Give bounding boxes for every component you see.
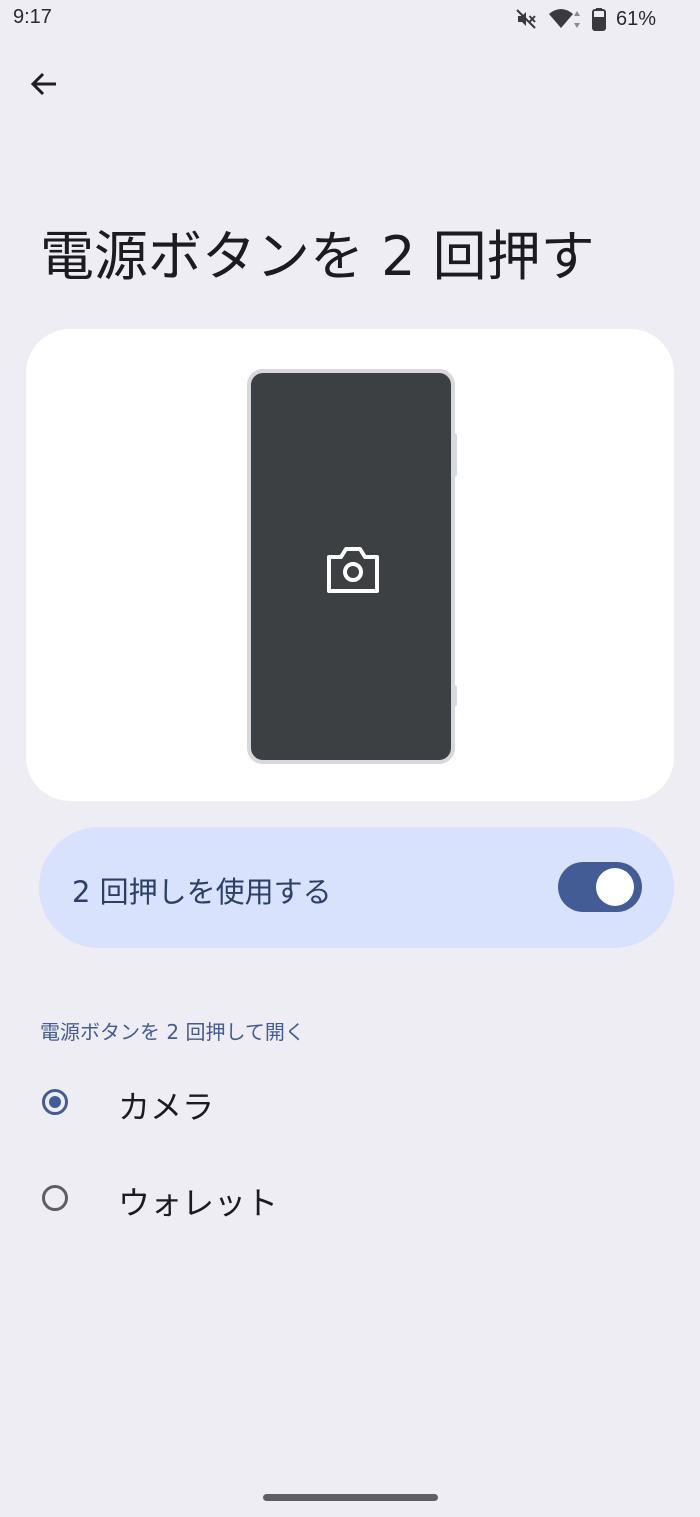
radio-button-checked[interactable] <box>42 1089 68 1115</box>
phone-volume-button <box>452 685 457 707</box>
option-camera[interactable]: カメラ <box>0 1060 700 1150</box>
use-double-press-switch[interactable] <box>558 862 642 912</box>
option-wallet[interactable]: ウォレット <box>0 1156 700 1246</box>
illustration-card <box>26 329 674 801</box>
page-title: 電源ボタンを 2 回押す <box>40 225 595 288</box>
battery-percent: 61% <box>615 7 656 30</box>
home-indicator[interactable] <box>263 1494 438 1501</box>
battery-icon <box>591 7 606 31</box>
phone-power-button <box>452 433 457 477</box>
switch-thumb <box>596 868 634 906</box>
camera-icon <box>325 545 381 599</box>
status-bar: 9:17 61% <box>0 0 700 40</box>
phone-illustration <box>247 369 455 764</box>
options-section-header: 電源ボタンを 2 回押して開く <box>40 1020 305 1044</box>
arrow-back-icon <box>29 69 59 103</box>
radio-button-unchecked[interactable] <box>42 1185 68 1211</box>
back-button[interactable] <box>20 62 68 110</box>
wifi-icon <box>548 7 582 31</box>
toggle-label: 2 回押しを使用する <box>72 875 332 909</box>
status-icons: 61% <box>514 6 656 32</box>
status-time: 9:17 <box>13 6 52 28</box>
mute-icon <box>514 7 538 31</box>
option-label: カメラ <box>118 1088 215 1126</box>
use-double-press-toggle-row[interactable]: 2 回押しを使用する <box>39 827 674 948</box>
option-label: ウォレット <box>118 1184 279 1222</box>
